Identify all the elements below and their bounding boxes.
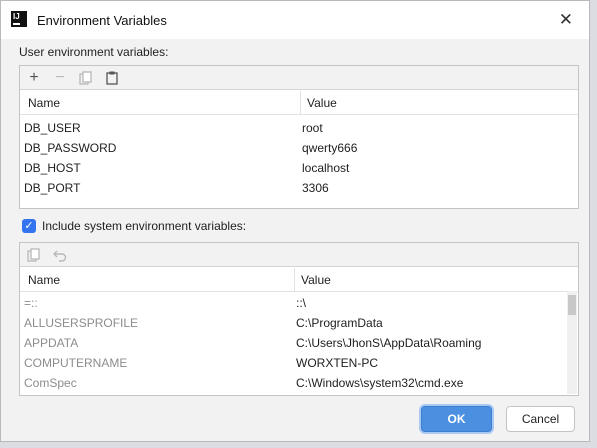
column-header-name[interactable]: Name [28,273,60,287]
include-system-checkbox[interactable]: ✓ [22,219,36,233]
ok-button[interactable]: OK [421,406,492,432]
column-header-name[interactable]: Name [28,96,60,110]
background-app-strip [590,0,597,448]
intellij-app-icon: IJ [11,11,27,27]
environment-variables-dialog: IJ Environment Variables ✕ User environm… [0,0,590,442]
column-header-value[interactable]: Value [301,273,331,287]
column-separator[interactable] [300,91,301,114]
table-row[interactable]: COMPUTERNAME WORXTEN-PC [20,353,578,373]
variable-value: C:\Users\JhonS\AppData\Roaming [296,336,482,350]
add-icon[interactable]: + [24,68,44,88]
system-variables-panel: Name Value =:: ::\ ALLUSERSPROFILE C:\Pr… [19,242,579,396]
background-app-bottom [0,442,597,448]
cancel-button[interactable]: Cancel [506,406,575,432]
scrollbar-thumb[interactable] [568,295,576,315]
column-header-value[interactable]: Value [307,96,337,110]
variable-name: DB_USER [24,121,81,135]
system-table-header: Name Value [20,268,578,292]
variable-value: qwerty666 [302,141,358,155]
variable-name: DB_PORT [24,181,81,195]
undo-icon[interactable] [50,245,70,265]
table-row[interactable]: DB_USER root [20,118,578,138]
table-row[interactable]: =:: ::\ [20,293,578,313]
include-system-label[interactable]: Include system environment variables: [42,219,246,233]
table-row[interactable]: ComSpec C:\Windows\system32\cmd.exe [20,373,578,393]
variable-value: 3306 [302,181,329,195]
variable-value: C:\Windows\system32\cmd.exe [296,376,464,390]
title-bar: IJ Environment Variables ✕ [1,1,589,39]
variable-name: ALLUSERSPROFILE [24,316,139,330]
table-row[interactable]: DB_PASSWORD qwerty666 [20,138,578,158]
table-row[interactable]: DB_PORT 3306 [20,178,578,198]
remove-icon[interactable]: − [50,68,70,88]
system-variables-toolbar [20,243,578,267]
variable-name: APPDATA [24,336,79,350]
variable-name: =:: [24,296,38,310]
vertical-scrollbar[interactable] [567,291,577,394]
table-row[interactable]: ALLUSERSPROFILE C:\ProgramData [20,313,578,333]
variable-value: root [302,121,323,135]
user-variables-label: User environment variables: [19,45,169,59]
variable-value: WORXTEN-PC [296,356,378,370]
copy-icon[interactable] [24,245,44,265]
user-table-header: Name Value [20,91,578,115]
window-title: Environment Variables [37,13,167,28]
variable-name: COMPUTERNAME [24,356,128,370]
variable-value: localhost [302,161,350,175]
user-variables-panel: + − Name Value DB_USER root DB_PASSWORD … [19,65,579,209]
variable-name: DB_PASSWORD [24,141,117,155]
paste-icon[interactable] [102,68,122,88]
table-row[interactable]: APPDATA C:\Users\JhonS\AppData\Roaming [20,333,578,353]
variable-name: ComSpec [24,376,77,390]
close-icon[interactable]: ✕ [559,10,573,30]
variable-value: ::\ [296,296,307,310]
variable-name: DB_HOST [24,161,81,175]
variable-value: C:\ProgramData [296,316,383,330]
column-separator[interactable] [294,268,295,291]
user-variables-toolbar: + − [20,66,578,90]
table-row[interactable]: DB_HOST localhost [20,158,578,178]
copy-icon[interactable] [76,68,96,88]
